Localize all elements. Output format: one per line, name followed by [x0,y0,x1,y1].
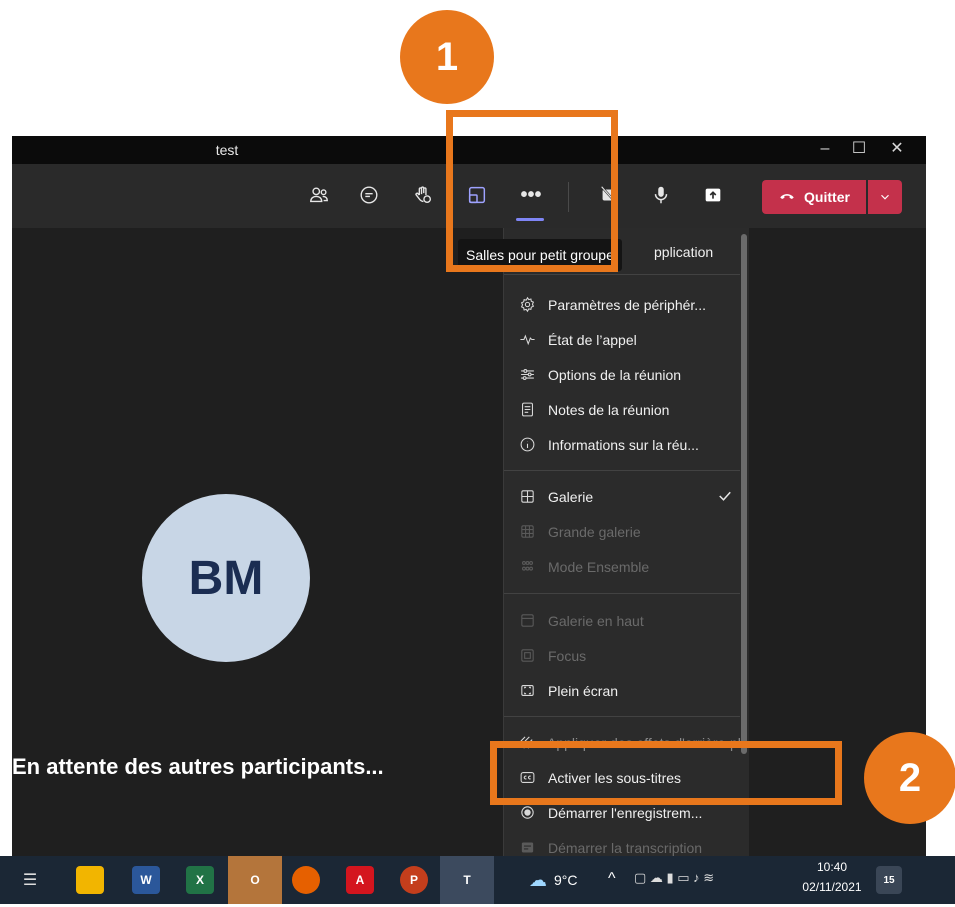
annotation-step-1: 1 [400,10,494,104]
menu-scrollbar[interactable] [741,234,747,754]
share-icon[interactable] [698,180,728,210]
minimize-button[interactable]: – [808,136,842,164]
weather-icon[interactable]: ☁ [528,866,548,894]
large-grid-icon [518,523,536,541]
notes-icon [518,401,536,419]
menu-item-meeting-notes[interactable]: Notes de la réunion [504,392,744,427]
gallery-top-icon [518,612,536,630]
firefox-icon[interactable] [292,866,320,894]
file-explorer-icon[interactable] [76,866,104,894]
excel-icon[interactable]: X [186,866,214,894]
acrobat-icon[interactable]: A [346,866,374,894]
maximize-button[interactable]: ☐ [842,136,876,164]
leave-options-chevron-icon[interactable] [868,180,902,214]
participants-icon[interactable] [304,180,334,210]
menu-divider [504,593,740,594]
record-icon [518,804,536,822]
menu-item-call-health[interactable]: État de l’appel [504,322,744,357]
transcript-icon [518,839,536,857]
menu-item-focus[interactable]: Focus [504,638,744,673]
menu-item-meeting-options[interactable]: Options de la réunion [504,357,744,392]
menu-item-together-mode[interactable]: Mode Ensemble [504,549,744,584]
menu-item-device-settings[interactable]: Paramètres de périphér... [504,287,744,322]
close-button[interactable]: ✕ [880,136,914,164]
teams-icon[interactable]: T [440,856,494,904]
together-icon [518,558,536,576]
menu-item-gallery-top[interactable]: Galerie en haut [504,603,744,638]
leave-button[interactable]: Quitter [762,180,866,214]
clock-date[interactable]: 02/11/2021 [790,880,874,894]
menu-item-meeting-info[interactable]: Informations sur la réu... [504,427,744,462]
avatar: BM [142,494,310,662]
screenshot: test – ☐ ✕ ••• Quitter BM En attente des… [0,0,955,907]
notifications-icon[interactable]: 15 [876,866,902,894]
task-view-icon[interactable]: ☰ [16,866,44,894]
tray-icons[interactable]: ▢ ☁ ▮ ▭ ♪ ≋ [634,870,714,886]
weather-temperature[interactable]: 9°C [554,872,578,888]
chevron-up-icon[interactable]: ^ [608,870,616,888]
annotation-box-1 [446,110,618,272]
sliders-icon [518,366,536,384]
powerpoint-icon[interactable]: P [400,866,428,894]
fullscreen-icon [518,682,536,700]
grid-icon [518,488,536,506]
annotation-step-2: 2 [864,732,955,824]
menu-item-start-transcription[interactable]: Démarrer la transcription [504,830,744,856]
word-icon[interactable]: W [132,866,160,894]
checkmark-icon [716,487,734,508]
focus-icon [518,647,536,665]
menu-divider [504,716,740,717]
gear-icon [518,296,536,314]
waiting-message: En attente des autres participants... [12,754,384,779]
menu-item-fullscreen[interactable]: Plein écran [504,673,744,708]
menu-item-large-gallery[interactable]: Grande galerie [504,514,744,549]
menu-item-gallery[interactable]: Galerie [504,479,744,514]
menu-divider [504,274,740,275]
pulse-icon [518,331,536,349]
leave-label: Quitter [804,189,850,205]
phone-hangup-icon [778,187,796,208]
raise-hand-icon[interactable] [408,180,438,210]
clock-time[interactable]: 10:40 [796,860,868,874]
annotation-box-2 [490,741,842,805]
mic-icon[interactable] [646,180,676,210]
outlook-icon[interactable]: O [228,856,282,904]
menu-divider [504,470,740,471]
windows-taskbar: ☰ W X O A P T ☁ 9°C ^ ▢ ☁ ▮ ▭ ♪ ≋ 10:40 … [0,856,955,904]
window-title: test [215,142,239,158]
chat-icon[interactable] [354,180,384,210]
info-icon [518,436,536,454]
